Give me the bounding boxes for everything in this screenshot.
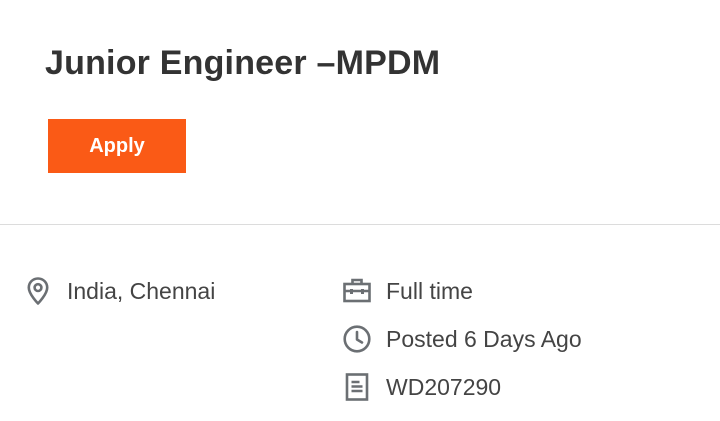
posted-text: Posted 6 Days Ago bbox=[386, 325, 582, 352]
briefcase-icon bbox=[341, 275, 373, 307]
document-icon bbox=[341, 371, 373, 403]
map-pin-icon bbox=[22, 275, 54, 307]
job-id-detail: WD207290 bbox=[341, 371, 501, 403]
posted-detail: Posted 6 Days Ago bbox=[341, 323, 582, 355]
apply-button[interactable]: Apply bbox=[48, 119, 186, 173]
job-posting-page: Junior Engineer –MPDM Apply India, Chenn… bbox=[0, 0, 720, 421]
clock-icon bbox=[341, 323, 373, 355]
time-type-detail: Full time bbox=[341, 275, 473, 307]
section-divider bbox=[0, 224, 720, 225]
location-detail: India, Chennai bbox=[22, 275, 215, 307]
job-id-text: WD207290 bbox=[386, 373, 502, 400]
time-type-text: Full time bbox=[386, 277, 473, 304]
location-text: India, Chennai bbox=[67, 277, 216, 304]
job-title: Junior Engineer –MPDM bbox=[45, 44, 441, 82]
